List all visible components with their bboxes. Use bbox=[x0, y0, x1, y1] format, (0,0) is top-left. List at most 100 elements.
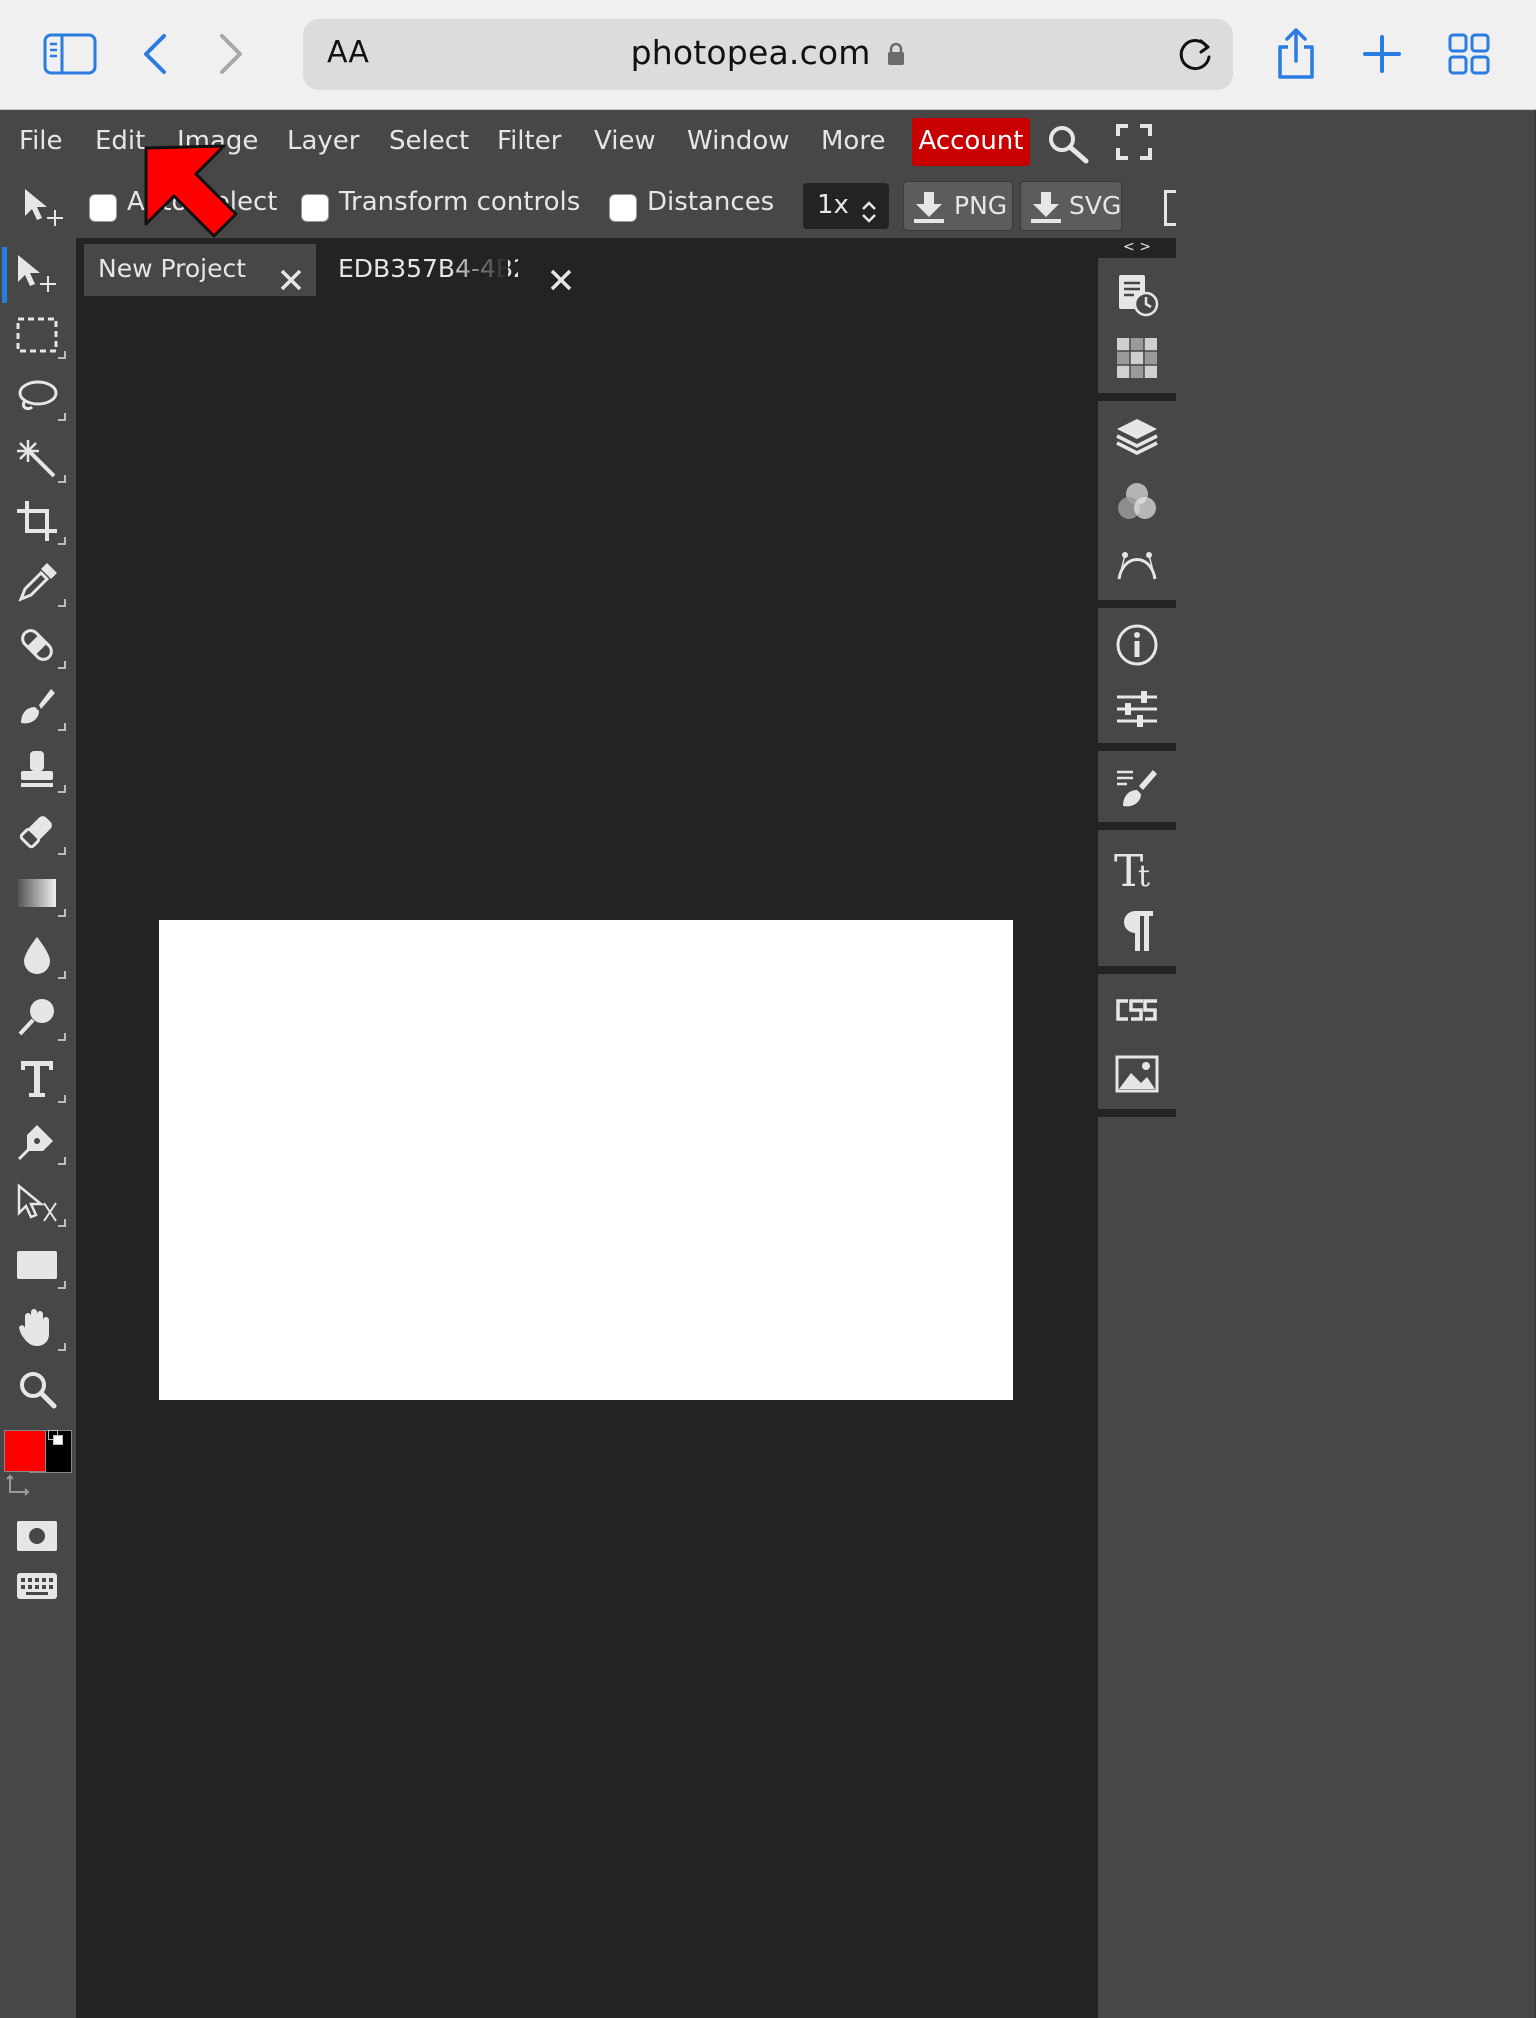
paths-icon[interactable] bbox=[1112, 540, 1162, 590]
channels-icon[interactable] bbox=[1112, 476, 1162, 526]
export-png-button[interactable]: PNG bbox=[903, 181, 1013, 231]
character-icon[interactable]: Tt bbox=[1112, 842, 1162, 892]
forward-icon[interactable] bbox=[203, 26, 259, 82]
distances-label: Distances bbox=[647, 187, 775, 217]
scale-select[interactable]: 1x bbox=[803, 183, 889, 229]
panel-separator bbox=[1098, 1109, 1176, 1117]
blur-tool[interactable] bbox=[2, 929, 72, 985]
rectangle-icon bbox=[16, 1250, 58, 1284]
updown-chevron-icon bbox=[861, 194, 877, 238]
eyedropper-tool[interactable] bbox=[2, 557, 72, 613]
menu-more[interactable]: More bbox=[821, 110, 885, 174]
crop-icon bbox=[17, 501, 57, 545]
hand-icon bbox=[17, 1306, 57, 1352]
lasso-tool[interactable] bbox=[2, 371, 72, 427]
search-icon[interactable] bbox=[1046, 124, 1090, 168]
sidebar-toggle-icon[interactable] bbox=[42, 26, 98, 82]
path-select-icon bbox=[16, 1183, 58, 1227]
pen-tool[interactable] bbox=[2, 1115, 72, 1171]
path-select-tool[interactable] bbox=[2, 1177, 72, 1233]
transform-controls-label: Transform controls bbox=[339, 187, 581, 217]
share-icon[interactable] bbox=[1268, 26, 1324, 82]
export-svg-button[interactable]: SVG bbox=[1020, 181, 1122, 231]
move-tool-options-icon bbox=[22, 186, 66, 232]
clone-stamp-tool[interactable] bbox=[2, 743, 72, 799]
info-icon[interactable] bbox=[1112, 620, 1162, 670]
brush-tool[interactable] bbox=[2, 681, 72, 737]
brush-icon bbox=[17, 687, 57, 731]
hand-tool[interactable] bbox=[2, 1301, 72, 1357]
panel-separator bbox=[1098, 822, 1176, 830]
panel-collapse-toggle[interactable]: < > bbox=[1098, 238, 1176, 258]
brush-settings-icon[interactable] bbox=[1112, 763, 1162, 813]
empty-panel-area bbox=[1176, 110, 1536, 2018]
eraser-icon bbox=[17, 811, 57, 855]
menu-filter[interactable]: Filter bbox=[497, 110, 561, 174]
menu-file[interactable]: File bbox=[19, 110, 63, 174]
type-icon bbox=[19, 1059, 55, 1103]
dodge-icon bbox=[17, 997, 57, 1041]
css-icon[interactable] bbox=[1112, 985, 1162, 1035]
address-bar[interactable]: AA photopea.com bbox=[303, 19, 1233, 90]
history-icon[interactable] bbox=[1112, 270, 1162, 320]
paragraph-icon[interactable] bbox=[1112, 906, 1162, 956]
distances-checkbox[interactable] bbox=[609, 194, 637, 222]
panel-separator bbox=[1098, 600, 1176, 608]
gradient-tool[interactable] bbox=[2, 867, 72, 923]
back-icon[interactable] bbox=[127, 26, 183, 82]
fullscreen-icon[interactable] bbox=[1116, 124, 1152, 164]
crop-tool[interactable] bbox=[2, 495, 72, 551]
healing-brush-tool[interactable] bbox=[2, 619, 72, 675]
magic-wand-tool[interactable] bbox=[2, 433, 72, 489]
tab-label: New Project. bbox=[98, 254, 248, 283]
zoom-icon bbox=[17, 1369, 57, 1413]
tab-overview-icon[interactable] bbox=[1441, 26, 1497, 82]
auto-select-checkbox[interactable] bbox=[89, 194, 117, 222]
gradient-icon bbox=[17, 878, 57, 912]
new-tab-icon[interactable] bbox=[1354, 26, 1410, 82]
eraser-tool[interactable] bbox=[2, 805, 72, 861]
lock-icon bbox=[887, 35, 905, 74]
menu-edit[interactable]: Edit bbox=[95, 110, 145, 174]
quick-mask-icon bbox=[17, 1521, 57, 1555]
lasso-icon bbox=[16, 377, 58, 421]
swatches-icon[interactable] bbox=[1112, 333, 1162, 383]
layers-icon[interactable] bbox=[1112, 412, 1162, 462]
move-tool[interactable] bbox=[2, 247, 72, 303]
menu-layer[interactable]: Layer bbox=[287, 110, 360, 174]
image-icon[interactable] bbox=[1112, 1049, 1162, 1099]
align-icon[interactable] bbox=[1164, 190, 1176, 226]
close-icon[interactable] bbox=[550, 258, 572, 308]
marquee-tool[interactable] bbox=[2, 309, 72, 365]
dodge-tool[interactable] bbox=[2, 991, 72, 1047]
adjustments-icon[interactable] bbox=[1112, 684, 1162, 734]
foreground-color-swatch[interactable] bbox=[4, 1430, 46, 1472]
zoom-tool[interactable] bbox=[2, 1363, 72, 1419]
export-png-label: PNG bbox=[954, 191, 1008, 220]
bandage-icon bbox=[16, 624, 58, 670]
tab-new-project[interactable]: New Project. bbox=[84, 244, 316, 296]
pen-icon bbox=[17, 1121, 57, 1165]
tab-edb357b4[interactable]: EDB357B4-4B2 bbox=[326, 244, 586, 296]
quick-mask-button[interactable] bbox=[2, 1510, 72, 1566]
transform-controls-checkbox[interactable] bbox=[301, 194, 329, 222]
annotation-arrow-icon bbox=[140, 140, 250, 248]
document-area: New Project. EDB357B4-4B2 bbox=[76, 238, 1098, 2018]
scale-value: 1x bbox=[817, 190, 849, 220]
account-button[interactable]: Account bbox=[912, 118, 1030, 166]
browser-toolbar: AA photopea.com bbox=[0, 0, 1536, 110]
swap-colors-icon[interactable] bbox=[6, 1474, 30, 1500]
canvas[interactable] bbox=[159, 920, 1013, 1400]
menu-view[interactable]: View bbox=[594, 110, 656, 174]
menu-window[interactable]: Window bbox=[687, 110, 790, 174]
rectangle-tool[interactable] bbox=[2, 1239, 72, 1295]
default-colors-icon[interactable] bbox=[48, 1430, 63, 1445]
close-icon[interactable] bbox=[280, 258, 302, 308]
url-label: photopea.com bbox=[303, 33, 1233, 74]
keyboard-button[interactable] bbox=[2, 1560, 72, 1616]
menu-select[interactable]: Select bbox=[389, 110, 469, 174]
type-tool[interactable] bbox=[2, 1053, 72, 1109]
download-icon bbox=[912, 190, 946, 240]
reload-icon[interactable] bbox=[1173, 33, 1217, 77]
export-svg-label: SVG bbox=[1069, 191, 1122, 220]
